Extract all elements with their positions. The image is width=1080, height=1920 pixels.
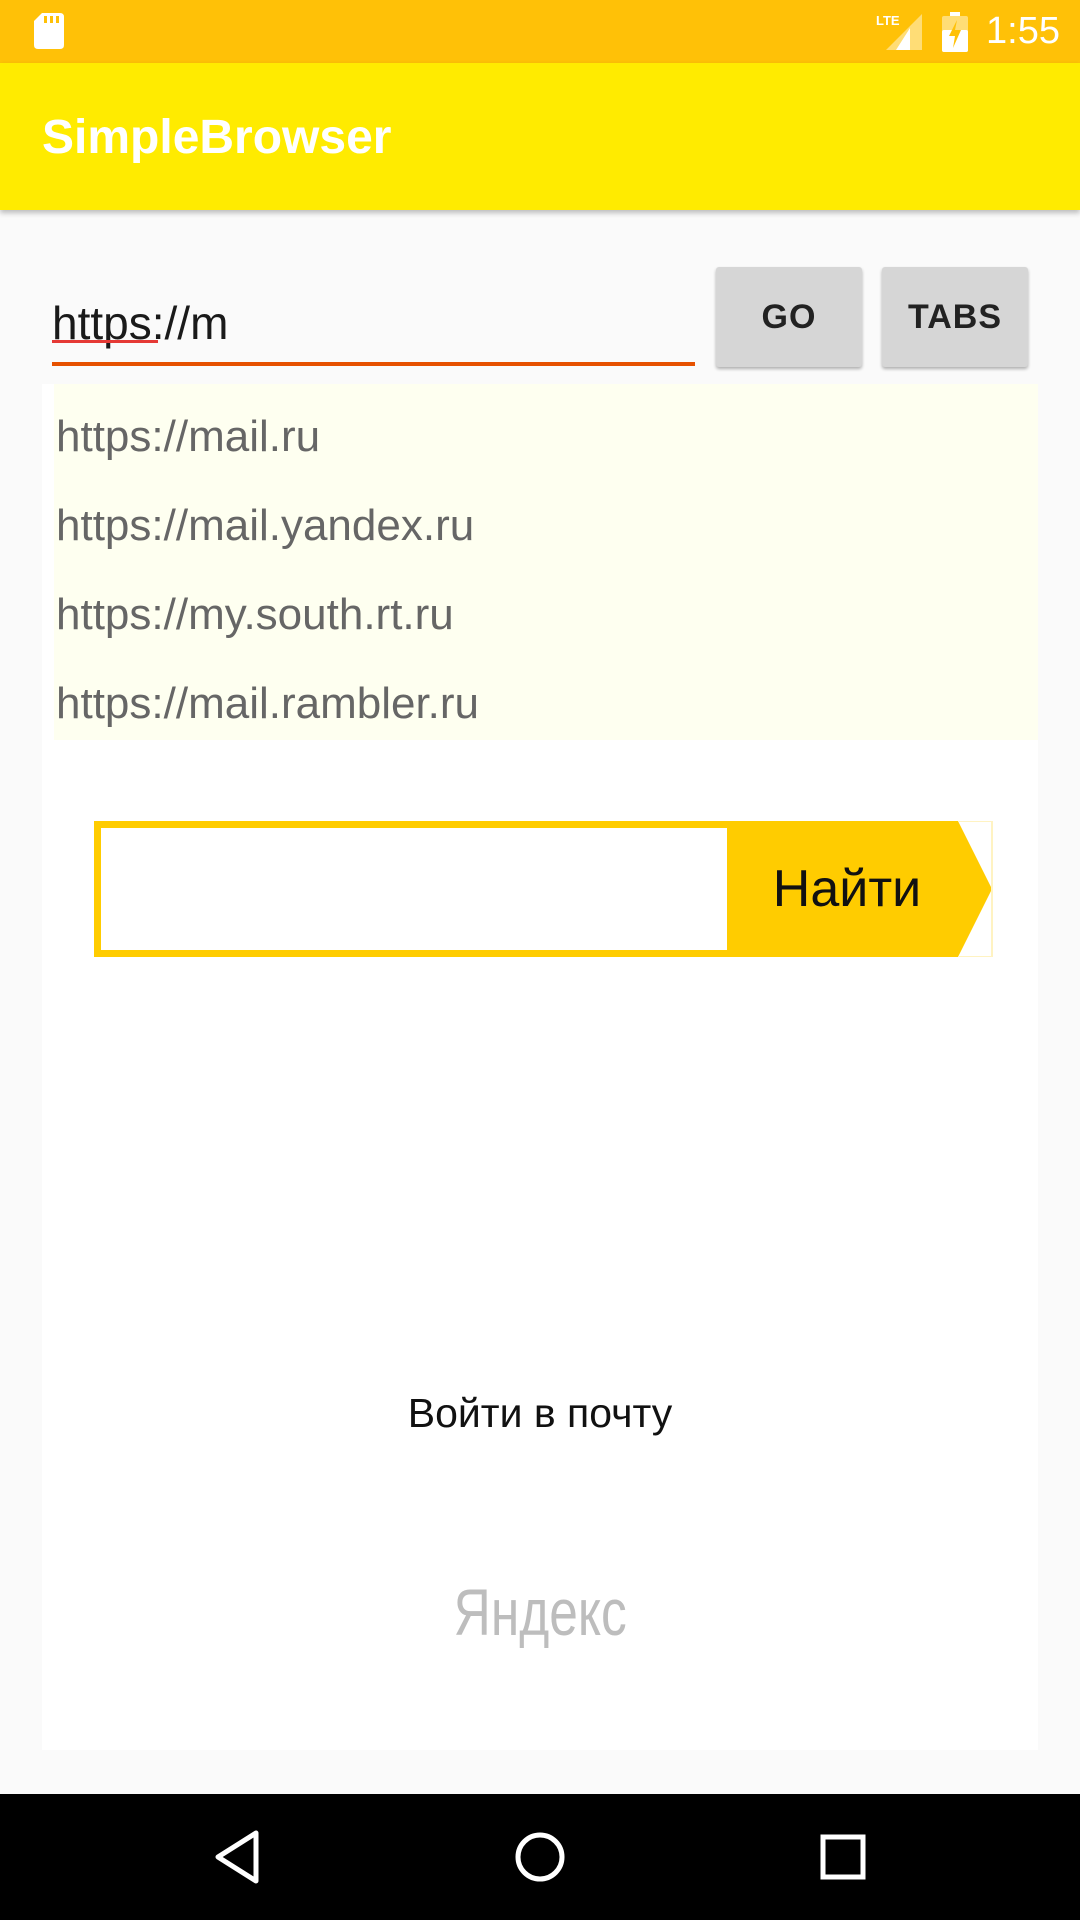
tabs-button[interactable]: TABS	[882, 267, 1028, 367]
url-input[interactable]	[52, 284, 695, 366]
yandex-search-input[interactable]	[101, 828, 727, 950]
suggestion-item[interactable]: https://my.south.rt.ru	[56, 570, 454, 659]
yandex-logo[interactable]: Яндекс	[119, 1572, 961, 1652]
sd-card-icon	[34, 13, 64, 49]
spellcheck-underline	[52, 340, 158, 343]
go-button[interactable]: GO	[716, 267, 862, 367]
suggestion-item[interactable]: https://mail.ru	[56, 392, 320, 481]
back-icon[interactable]	[196, 1817, 276, 1897]
app-bar: SimpleBrowser	[0, 63, 1080, 210]
battery-charging-icon	[942, 12, 968, 52]
navigation-bar	[0, 1794, 1080, 1920]
home-icon[interactable]	[500, 1817, 580, 1897]
clock: 1:55	[986, 10, 1060, 52]
lte-signal-icon: LTE	[876, 13, 922, 50]
url-suggestions-dropdown: https://mail.ru https://mail.yandex.ru h…	[54, 384, 1038, 740]
status-bar: LTE 1:55	[0, 0, 1080, 63]
lte-label: LTE	[876, 13, 900, 28]
screen: LTE 1:55 SimpleBrowser GO TABS Найти	[0, 0, 1080, 1920]
yandex-search-form: Найти	[94, 821, 998, 957]
yandex-search-frame	[94, 821, 734, 957]
recents-icon[interactable]	[803, 1817, 883, 1897]
app-title: SimpleBrowser	[42, 111, 392, 164]
suggestion-item[interactable]: https://mail.rambler.ru	[56, 659, 479, 748]
mail-login-link[interactable]: Войти в почту	[0, 1385, 1080, 1441]
yandex-search-button[interactable]: Найти	[728, 821, 998, 957]
yandex-search-button-label: Найти	[772, 860, 922, 918]
suggestion-item[interactable]: https://mail.yandex.ru	[56, 481, 474, 570]
